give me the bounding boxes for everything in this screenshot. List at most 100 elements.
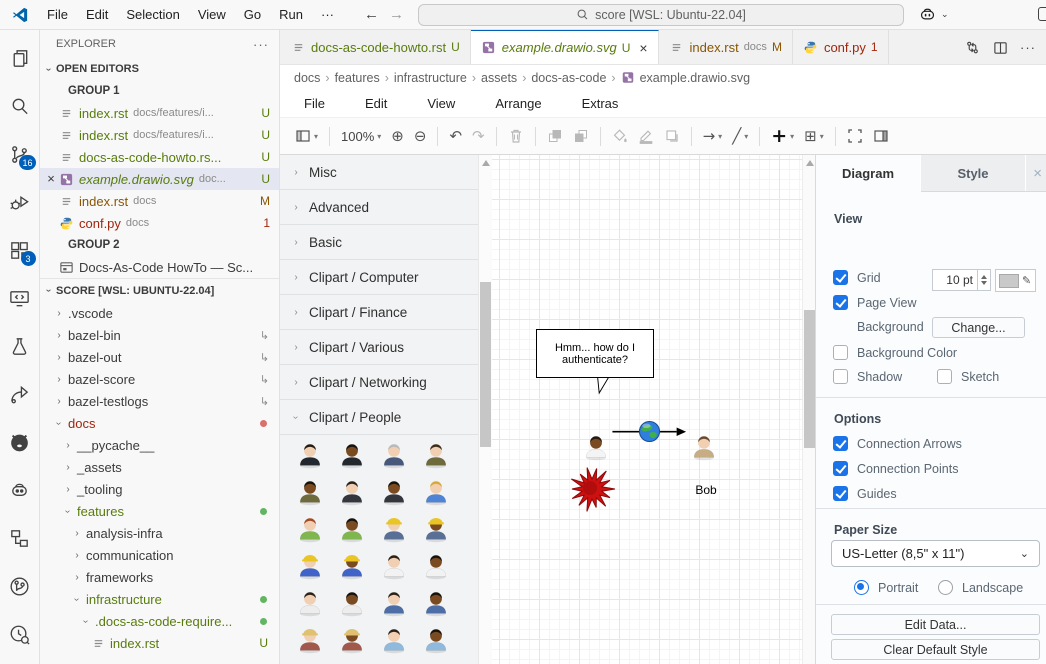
person-shape[interactable] — [295, 625, 325, 655]
copilot-chat-activity-item[interactable] — [0, 466, 40, 514]
fill-color-button[interactable] — [607, 128, 633, 144]
menu-item[interactable]: Edit — [78, 4, 116, 25]
edit-data-button[interactable]: Edit Data... — [831, 614, 1040, 635]
testing-activity-item[interactable] — [0, 322, 40, 370]
undo-button[interactable]: ↶ — [444, 127, 467, 145]
menu-item[interactable]: File — [39, 4, 76, 25]
shadow-button[interactable] — [659, 128, 685, 144]
tree-item[interactable]: index.rst U — [40, 632, 279, 654]
git-history-activity-item[interactable] — [0, 610, 40, 658]
tree-item[interactable]: docs — [40, 412, 279, 434]
zoom-out-button[interactable]: ⊖ — [409, 127, 432, 145]
canvas-scrollbar[interactable] — [802, 155, 815, 664]
person-shape[interactable] — [337, 440, 367, 470]
format-panel-toggle-button[interactable] — [868, 128, 894, 144]
breadcrumb-item[interactable]: infrastructure › — [394, 71, 476, 85]
close-icon[interactable]: × — [1033, 165, 1042, 182]
alice-person-shape[interactable] — [581, 432, 611, 462]
person-shape[interactable] — [421, 514, 451, 544]
person-shape[interactable] — [421, 588, 451, 618]
split-editor-icon[interactable] — [992, 39, 1008, 55]
person-shape[interactable] — [421, 440, 451, 470]
palette-section[interactable]: Clipart / Finance — [280, 295, 478, 330]
connection-button[interactable]: ╱ ▾ — [727, 127, 753, 145]
person-shape[interactable] — [379, 514, 409, 544]
docs-as-code-howto-rst-tab[interactable]: docs-as-code-howto.rst U — [280, 30, 471, 64]
person-shape[interactable] — [421, 551, 451, 581]
conf-py-tab[interactable]: conf.py 1 — [793, 30, 889, 64]
palette-section[interactable]: Clipart / People — [280, 400, 478, 435]
speech-bubble-shape[interactable]: Hmm... how do I authenticate? — [536, 329, 654, 378]
copilot-icon[interactable] — [918, 5, 937, 24]
tree-item[interactable]: .docs-as-code-require... — [40, 610, 279, 632]
breadcrumb-item[interactable]: assets › — [481, 71, 526, 85]
person-shape[interactable] — [295, 514, 325, 544]
drawio-hierarchy-activity-item[interactable] — [0, 514, 40, 562]
person-shape[interactable] — [337, 477, 367, 507]
person-shape[interactable] — [379, 625, 409, 655]
tree-item[interactable]: bazel-out ↳ — [40, 346, 279, 368]
breadcrumb-item[interactable]: docs › — [294, 71, 330, 85]
command-center[interactable]: score [WSL: Ubuntu-22.04] — [418, 4, 904, 26]
drawio-menu-item[interactable]: View — [419, 93, 463, 114]
to-back-button[interactable] — [568, 128, 594, 144]
breadcrumb-item[interactable]: features › — [335, 71, 389, 85]
more-actions-icon[interactable]: ··· — [253, 37, 269, 52]
open-editor-item[interactable]: docs-as-code-howto.rs... U — [40, 146, 279, 168]
insert-button[interactable]: + ▾ — [766, 125, 799, 147]
tree-item[interactable]: bazel-testlogs ↳ — [40, 390, 279, 412]
delete-button[interactable] — [503, 128, 529, 144]
shadow-checkbox[interactable] — [833, 369, 848, 384]
git-graph-activity-item[interactable] — [0, 562, 40, 610]
tree-item[interactable]: infrastructure — [40, 588, 279, 610]
person-shape[interactable] — [295, 440, 325, 470]
extensions-activity-item[interactable]: 3 — [0, 226, 40, 274]
tree-item[interactable]: _assets — [40, 456, 279, 478]
tree-item[interactable]: features — [40, 500, 279, 522]
palette-scrollbar[interactable] — [478, 155, 492, 664]
menu-item[interactable]: Run — [271, 4, 311, 25]
table-button[interactable]: ⊞ ▾ — [799, 127, 829, 145]
grid-checkbox[interactable] — [833, 270, 848, 285]
landscape-radio[interactable] — [938, 580, 953, 595]
grid-size-input[interactable] — [932, 269, 977, 291]
remote-explorer-activity-item[interactable] — [0, 274, 40, 322]
menu-item[interactable]: ··· — [313, 4, 342, 25]
line-color-button[interactable] — [633, 128, 659, 144]
drawio-menu-item[interactable]: Arrange — [487, 93, 549, 114]
close-icon[interactable]: × — [44, 171, 58, 186]
waypoints-button[interactable]: → ▾ — [698, 127, 728, 145]
palette-section[interactable]: Basic — [280, 225, 478, 260]
workspace-section[interactable]: SCORE [WSL: UBUNTU-22.04] — [40, 278, 279, 302]
example-drawio-svg-tab[interactable]: example.drawio.svg U × — [471, 30, 659, 64]
palette-section[interactable]: Clipart / Various — [280, 330, 478, 365]
zoom-in-button[interactable]: ⊕ — [386, 127, 409, 145]
paper-size-select[interactable]: US-Letter (8,5" x 11") ⌄ — [831, 540, 1040, 567]
option-checkbox[interactable] — [833, 486, 848, 501]
person-shape[interactable] — [421, 625, 451, 655]
open-editor-item[interactable]: × example.drawio.svg doc... U — [40, 168, 279, 190]
source-control-activity-item[interactable]: 16 — [0, 130, 40, 178]
tree-item[interactable]: .vscode — [40, 302, 279, 324]
drawio-menu-item[interactable]: Extras — [574, 93, 627, 114]
option-checkbox[interactable] — [833, 436, 848, 451]
person-shape[interactable] — [337, 625, 367, 655]
open-editors-section[interactable]: OPEN EDITORS — [40, 58, 279, 80]
menu-item[interactable]: Selection — [118, 4, 187, 25]
tree-item[interactable]: frameworks — [40, 566, 279, 588]
tab-style[interactable]: Style — [921, 155, 1026, 191]
index-rst-tab[interactable]: index.rst docs M — [659, 30, 793, 64]
person-shape[interactable] — [295, 588, 325, 618]
tree-item[interactable]: communication — [40, 544, 279, 566]
tree-item[interactable]: _tooling — [40, 478, 279, 500]
person-shape[interactable] — [337, 551, 367, 581]
open-editor-item[interactable]: conf.py docs 1 — [40, 212, 279, 234]
tree-item[interactable]: __pycache__ — [40, 434, 279, 456]
starburst-shape[interactable] — [569, 466, 615, 512]
menu-item[interactable]: Go — [236, 4, 269, 25]
person-shape[interactable] — [295, 477, 325, 507]
open-editor-item[interactable]: Docs-As-Code HowTo — Sc... — [40, 256, 279, 278]
search-activity-item[interactable] — [0, 82, 40, 130]
bob-label[interactable]: Bob — [685, 483, 727, 497]
option-checkbox[interactable] — [833, 461, 848, 476]
